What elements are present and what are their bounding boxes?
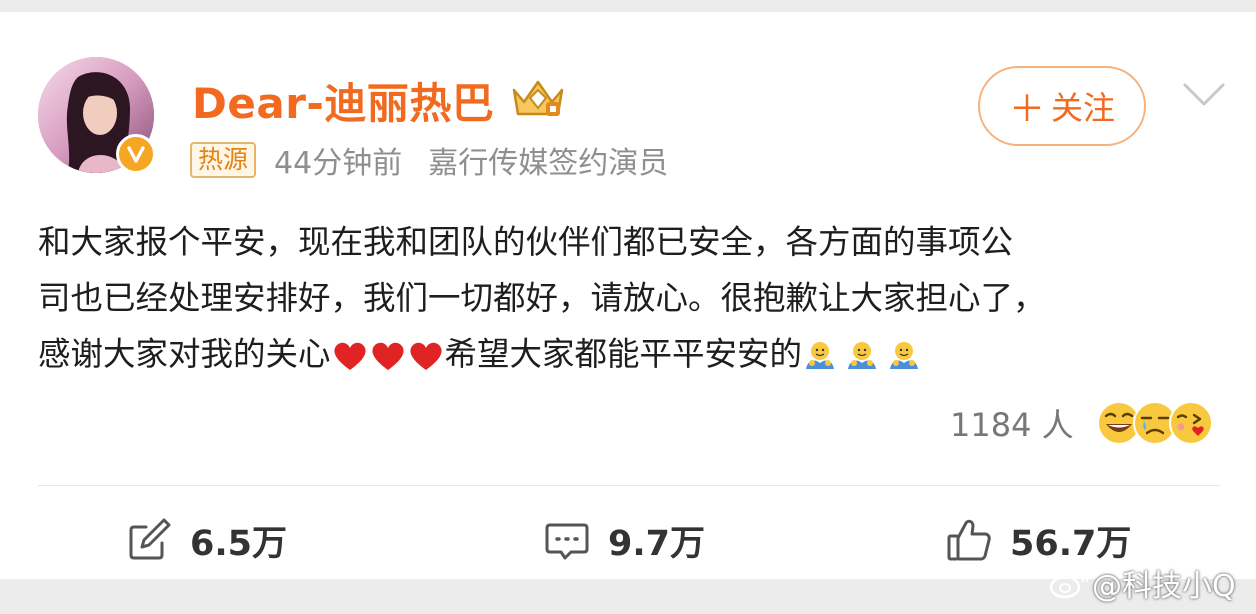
- thumbs-up-icon: [947, 519, 991, 561]
- post-line-2: 司也已经处理安排好，我们一切都好，请放心。很抱歉让大家担心了，: [38, 279, 1046, 317]
- post-body: 和大家报个平安，现在我和团队的伙伴们都已安全，各方面的事项公 司也已经处理安排好…: [38, 214, 1228, 382]
- repost-count: 6.5万: [190, 523, 288, 564]
- kiss-emoji: [1168, 401, 1213, 445]
- hug-emoji: [890, 342, 919, 369]
- watermark: @科技小Q: [1048, 562, 1236, 604]
- repost-button[interactable]: 6.5万: [126, 510, 287, 570]
- reactions-summary[interactable]: 1184 人: [950, 398, 1213, 448]
- post-card: Dear-迪丽热巴 热源 44分钟前 嘉行传媒签约演员 ＋ 关注 和大家报个平安…: [0, 12, 1256, 579]
- author-description: 嘉行传媒签约演员: [428, 146, 669, 181]
- comment-button[interactable]: 9.7万: [544, 510, 705, 570]
- reaction-count: 1184 人: [950, 406, 1074, 444]
- comment-icon: [545, 523, 589, 560]
- post-line-3: 感谢大家对我的关心 希望大家都能平平安安的: [38, 326, 1228, 382]
- watermark-text: @科技小Q: [1092, 569, 1236, 604]
- post-line-3-part-b: 希望大家都能平平安安的: [444, 335, 803, 373]
- verified-v-icon: [116, 134, 156, 174]
- hug-emoji: [848, 342, 877, 369]
- plus-icon: ＋: [1008, 89, 1045, 130]
- comment-count: 9.7万: [608, 523, 706, 564]
- actions-divider: [38, 485, 1220, 486]
- weibo-logo-icon: [1049, 567, 1088, 599]
- follow-button[interactable]: ＋ 关注: [978, 66, 1146, 146]
- post-line-3-part-a: 感谢大家对我的关心: [38, 335, 331, 373]
- post-meta: 热源 44分钟前 嘉行传媒签约演员: [190, 140, 669, 181]
- heart-emoji: [333, 342, 366, 370]
- vip-crown-icon: [512, 80, 564, 116]
- reaction-faces: [1096, 400, 1213, 446]
- author-name[interactable]: Dear-迪丽热巴: [192, 70, 494, 131]
- heart-emoji: [409, 342, 442, 370]
- chevron-down-icon[interactable]: [1182, 82, 1226, 108]
- hug-emoji: [806, 342, 835, 369]
- follow-label: 关注: [1051, 89, 1116, 127]
- heart-emoji: [371, 342, 404, 370]
- post-line-1: 和大家报个平安，现在我和团队的伙伴们都已安全，各方面的事项公: [38, 223, 1014, 261]
- post-time: 44分钟前: [274, 146, 403, 181]
- like-count: 56.7万: [1010, 523, 1132, 564]
- repost-icon: [129, 518, 171, 560]
- hot-tag[interactable]: 热源: [190, 142, 257, 178]
